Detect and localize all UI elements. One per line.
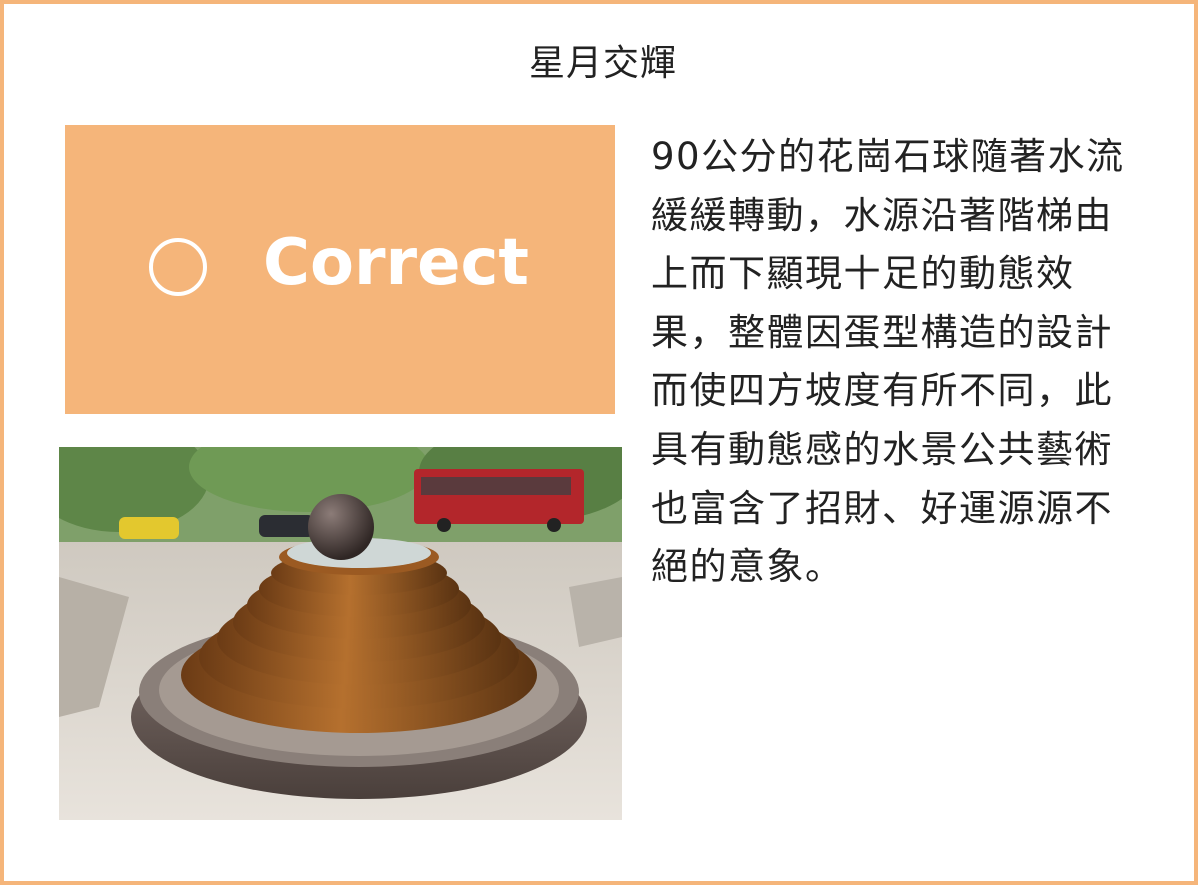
answer-label: Correct [263, 226, 529, 300]
circle-icon [149, 238, 207, 296]
fountain-photo [59, 447, 622, 820]
description-text: 90公分的花崗石球隨著水流緩緩轉動，水源沿著階梯由上而下顯現十足的動態效果，整體… [651, 135, 1125, 589]
card-frame: 星月交輝 Correct 90公分的花崗石球隨著水流緩緩轉動，水源沿著階梯由上而… [0, 0, 1198, 885]
card-title: 星月交輝 [528, 43, 677, 84]
